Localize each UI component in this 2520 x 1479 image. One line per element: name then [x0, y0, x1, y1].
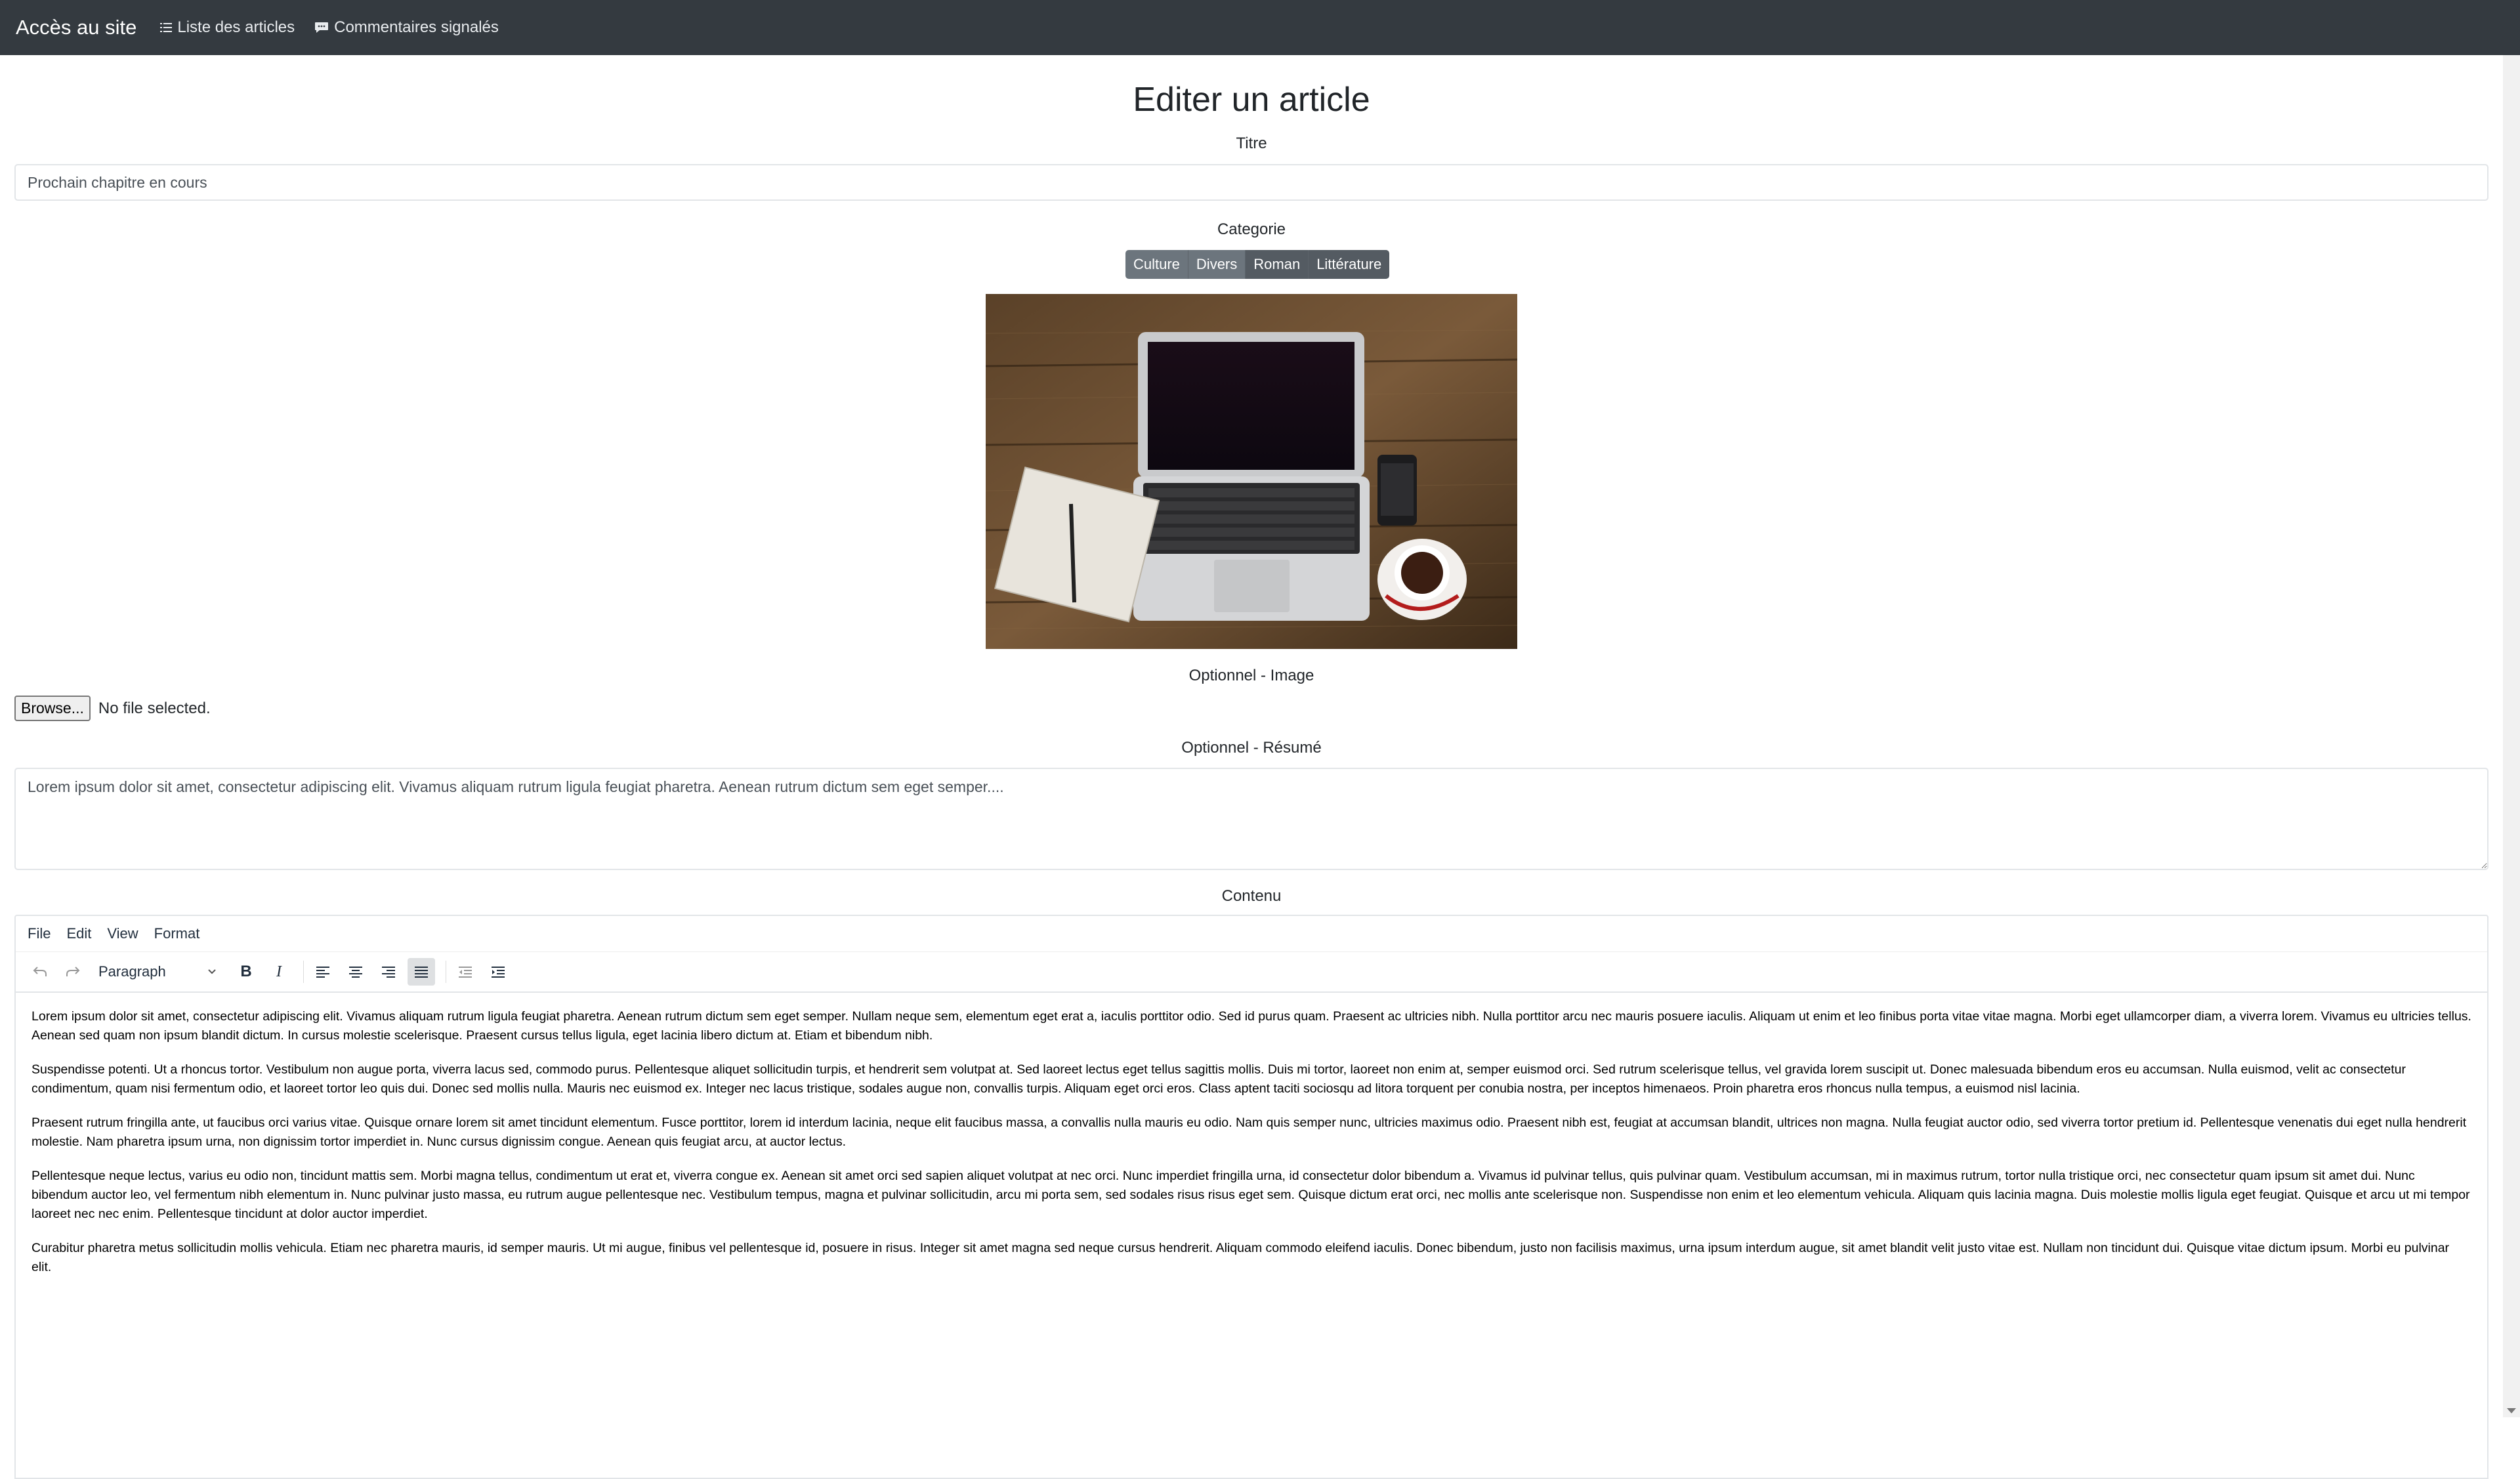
- list-icon: [160, 23, 173, 32]
- summary-label: Optionnel - Résumé: [1181, 739, 1322, 757]
- category-divers-button[interactable]: Divers: [1188, 250, 1246, 279]
- redo-icon: [66, 967, 80, 976]
- undo-icon: [33, 967, 47, 976]
- category-culture-button[interactable]: Culture: [1125, 250, 1188, 279]
- site-link[interactable]: Accès au site: [16, 16, 136, 39]
- align-justify-icon: [415, 967, 428, 978]
- image-label: Optionnel - Image: [1188, 667, 1314, 684]
- content-label: Contenu: [1221, 887, 1282, 905]
- align-left-button[interactable]: [309, 958, 337, 986]
- category-button-group: Culture Divers Roman Littérature: [1125, 250, 1390, 279]
- file-status: No file selected.: [98, 699, 211, 717]
- page-title: Editer un article: [1133, 81, 1370, 119]
- align-center-button[interactable]: [342, 958, 369, 986]
- toolbar-divider: [303, 961, 304, 983]
- nav-articles-label: Liste des articles: [177, 18, 295, 36]
- align-center-icon: [349, 967, 362, 978]
- menu-edit[interactable]: Edit: [66, 925, 91, 942]
- justify-button[interactable]: [408, 958, 435, 986]
- align-right-button[interactable]: [375, 958, 402, 986]
- page-scrollbar[interactable]: [2503, 55, 2520, 1417]
- nav-reported-comments[interactable]: Commentaires signalés: [314, 18, 499, 37]
- bold-button[interactable]: B: [232, 958, 260, 986]
- content-paragraph: Curabitur pharetra metus sollicitudin mo…: [32, 1241, 2450, 1274]
- content-paragraph: Pellentesque neque lectus, varius eu odi…: [32, 1169, 2470, 1221]
- content-paragraph: Praesent rutrum fringilla ante, ut fauci…: [32, 1115, 2467, 1149]
- top-navbar: Accès au site Liste des articles Comment…: [0, 0, 2520, 55]
- title-label: Titre: [1236, 135, 1267, 152]
- article-image: [986, 294, 1517, 649]
- rich-text-editor: File Edit View Format Paragraph B I Lore…: [14, 915, 2488, 1479]
- editor-content[interactable]: Lorem ipsum dolor sit amet, consectetur …: [16, 993, 2487, 1306]
- browse-button[interactable]: Browse...: [14, 696, 91, 721]
- undo-button[interactable]: [26, 958, 54, 986]
- file-input: Browse... No file selected.: [14, 696, 211, 721]
- category-roman-button[interactable]: Roman: [1246, 250, 1309, 279]
- bold-icon: B: [240, 963, 252, 980]
- category-label: Categorie: [1217, 220, 1286, 238]
- italic-icon: I: [276, 963, 282, 980]
- scroll-down-icon[interactable]: [2507, 1408, 2516, 1413]
- menu-file[interactable]: File: [28, 925, 51, 942]
- indent-icon: [492, 967, 505, 978]
- nav-reported-label: Commentaires signalés: [334, 18, 499, 36]
- title-input[interactable]: Prochain chapitre en cours: [14, 164, 2488, 201]
- category-litterature-button[interactable]: Littérature: [1309, 250, 1390, 279]
- block-format-select[interactable]: Paragraph: [92, 958, 223, 986]
- outdent-button[interactable]: [452, 958, 479, 986]
- nav-articles-list[interactable]: Liste des articles: [160, 18, 295, 37]
- redo-button[interactable]: [59, 958, 87, 986]
- menu-format[interactable]: Format: [154, 925, 200, 942]
- title-input-value: Prochain chapitre en cours: [28, 173, 207, 191]
- chevron-down-icon: [208, 969, 216, 974]
- align-left-icon: [316, 967, 329, 978]
- comment-icon: [315, 22, 329, 33]
- align-right-icon: [382, 967, 395, 978]
- italic-button[interactable]: I: [265, 958, 293, 986]
- indent-button[interactable]: [484, 958, 512, 986]
- content-paragraph: Lorem ipsum dolor sit amet, consectetur …: [32, 1009, 2471, 1043]
- content-paragraph: Suspendisse potenti. Ut a rhoncus tortor…: [32, 1062, 2406, 1096]
- summary-textarea[interactable]: Lorem ipsum dolor sit amet, consectetur …: [14, 768, 2488, 870]
- block-format-value: Paragraph: [98, 963, 166, 980]
- editor-menubar: File Edit View Format: [16, 916, 2487, 952]
- menu-view[interactable]: View: [107, 925, 138, 942]
- editor-toolbar: Paragraph B I: [16, 952, 2487, 993]
- outdent-icon: [459, 967, 472, 978]
